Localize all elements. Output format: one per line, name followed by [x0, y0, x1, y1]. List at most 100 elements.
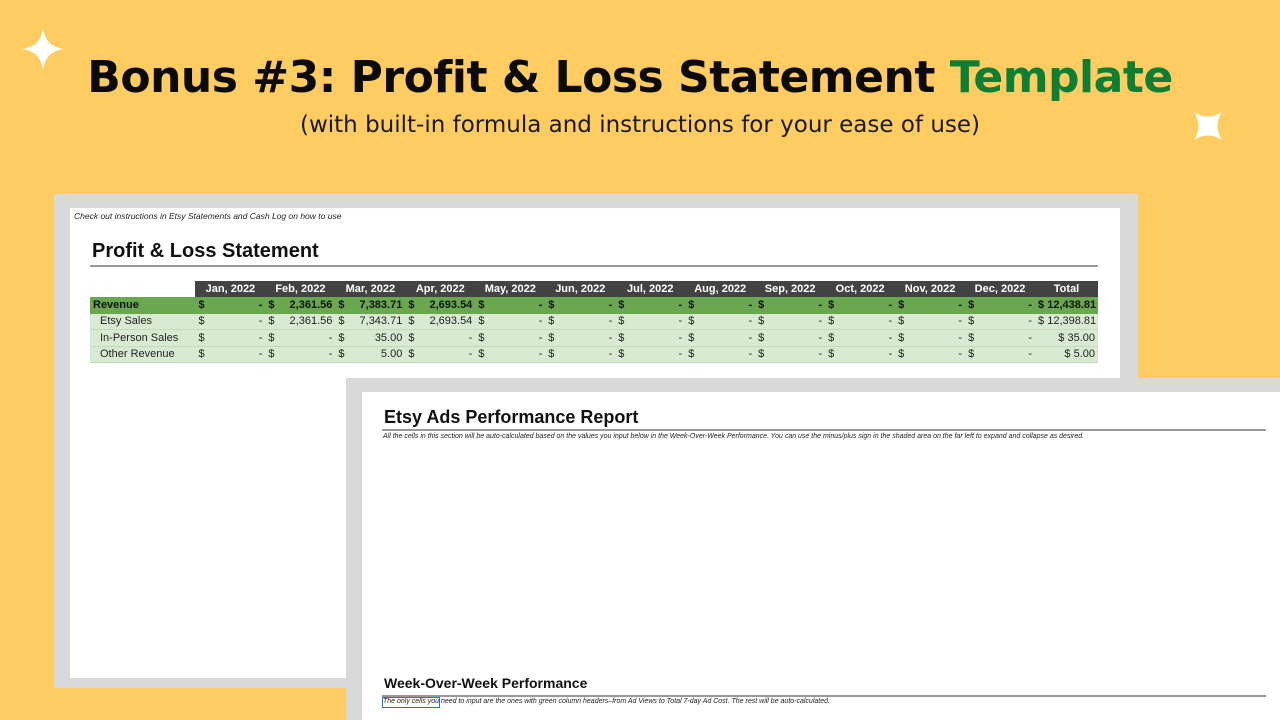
banner-title-main: Bonus #3: Profit & Loss Statement — [87, 52, 935, 103]
cell-value[interactable]: - — [839, 346, 896, 363]
cell-value[interactable]: - — [629, 297, 686, 314]
cell-value[interactable]: 35.00 — [349, 329, 406, 347]
cell-value[interactable]: - — [909, 329, 966, 347]
cell-value[interactable]: - — [629, 329, 686, 347]
currency-symbol: $ — [825, 297, 840, 314]
cell-value[interactable]: - — [839, 297, 896, 314]
cell-value[interactable]: - — [489, 297, 546, 314]
row-total[interactable]: $ 5.00 — [1035, 346, 1098, 363]
cell-value[interactable]: - — [419, 346, 476, 363]
pl-instructions-note: Check out instructions in Etsy Statement… — [74, 211, 342, 221]
selected-cell[interactable] — [382, 697, 440, 708]
row-total[interactable]: $ 12,398.81 — [1035, 313, 1098, 331]
cell-value[interactable]: - — [699, 297, 756, 314]
month-header: Aug, 2022 — [685, 281, 756, 298]
cell-value[interactable]: - — [979, 329, 1036, 347]
currency-symbol: $ — [335, 346, 350, 363]
cell-value[interactable]: - — [629, 313, 686, 331]
cell-value[interactable]: 7,343.71 — [349, 313, 406, 331]
pl-row: In-Person Sales $ - $ - $35.00 $ - $ - $ - $ - $ - $ - $ - $… — [90, 329, 1098, 347]
currency-symbol: $ — [755, 313, 770, 331]
ads-note: All the cells in this section will be au… — [383, 433, 1085, 440]
currency-symbol: $ — [825, 329, 840, 347]
currency-symbol: $ — [755, 346, 770, 363]
row-label[interactable]: Revenue — [90, 297, 196, 314]
cell-value[interactable]: - — [489, 313, 546, 331]
cell-value[interactable]: 2,693.54 — [419, 297, 476, 314]
ads-screenshot-panel: Etsy Ads Performance Report All the cell… — [346, 378, 1280, 720]
currency-symbol: $ — [335, 297, 350, 314]
currency-symbol: $ — [965, 313, 980, 331]
currency-symbol: $ — [615, 346, 630, 363]
currency-symbol: $ — [685, 329, 700, 347]
pl-table: Jan, 2022 Feb, 2022 Mar, 2022 Apr, 2022 May,… — [90, 281, 1098, 377]
cell-value[interactable]: - — [769, 313, 826, 331]
cell-value[interactable]: - — [209, 313, 266, 331]
spacer-cell — [90, 362, 1098, 377]
cell-value[interactable]: - — [979, 297, 1036, 314]
cell-value[interactable]: - — [699, 346, 756, 363]
cell-value[interactable]: - — [279, 329, 336, 347]
row-total[interactable]: $ 35.00 — [1035, 329, 1098, 347]
month-header: Feb, 2022 — [265, 281, 336, 298]
cell-value[interactable]: - — [699, 313, 756, 331]
cell-value[interactable]: - — [559, 346, 616, 363]
ads-sheet: Etsy Ads Performance Report All the cell… — [362, 392, 1280, 720]
currency-symbol: $ — [475, 297, 490, 314]
row-label[interactable]: Other Revenue — [90, 346, 196, 363]
banner-subtitle: (with built-in formula and instructions … — [299, 112, 981, 138]
currency-symbol: $ — [475, 346, 490, 363]
cell-value[interactable]: - — [909, 313, 966, 331]
month-header: Mar, 2022 — [335, 281, 406, 298]
wow-note: The only cells you need to input are the… — [383, 698, 830, 705]
currency-symbol: $ — [615, 329, 630, 347]
currency-symbol: $ — [545, 297, 560, 314]
currency-symbol: $ — [265, 346, 280, 363]
currency-symbol: $ — [825, 346, 840, 363]
cell-value[interactable]: - — [909, 297, 966, 314]
cell-value[interactable]: - — [769, 329, 826, 347]
currency-symbol: $ — [755, 297, 770, 314]
cell-value[interactable]: - — [209, 329, 266, 347]
cell-value[interactable]: 2,361.56 — [279, 297, 336, 314]
ads-title: Etsy Ads Performance Report — [384, 407, 639, 427]
cell-value[interactable]: - — [979, 313, 1036, 331]
row-total[interactable]: $ 12,438.81 — [1035, 297, 1098, 314]
cell-value[interactable]: - — [769, 297, 826, 314]
cell-value[interactable]: 2,361.56 — [279, 313, 336, 331]
cell-value[interactable]: 2,693.54 — [419, 313, 476, 331]
currency-symbol: $ — [685, 313, 700, 331]
cell-value[interactable]: - — [209, 346, 266, 363]
cell-value[interactable]: 7,383.71 — [349, 297, 406, 314]
cell-value[interactable]: - — [489, 346, 546, 363]
cell-value[interactable]: - — [559, 297, 616, 314]
currency-symbol: $ — [895, 313, 910, 331]
cell-value[interactable]: - — [559, 329, 616, 347]
cell-value[interactable]: 5.00 — [349, 346, 406, 363]
cell-value[interactable]: - — [489, 329, 546, 347]
month-header: Jan, 2022 — [195, 281, 266, 298]
currency-symbol: $ — [895, 297, 910, 314]
cell-value[interactable]: - — [839, 329, 896, 347]
currency-symbol: $ — [405, 346, 420, 363]
cell-value[interactable]: - — [559, 313, 616, 331]
currency-symbol: $ — [755, 329, 770, 347]
currency-symbol: $ — [895, 329, 910, 347]
cell-value[interactable]: - — [979, 346, 1036, 363]
cell-value[interactable]: - — [629, 346, 686, 363]
title-divider — [90, 265, 1098, 267]
wow-title: Week-Over-Week Performance — [384, 675, 588, 691]
cell-value[interactable]: - — [419, 329, 476, 347]
row-label[interactable]: In-Person Sales — [90, 329, 196, 347]
cell-value[interactable]: - — [699, 329, 756, 347]
cell-value[interactable]: - — [839, 313, 896, 331]
title-divider — [382, 695, 1266, 697]
cell-value[interactable]: - — [209, 297, 266, 314]
currency-symbol: $ — [965, 329, 980, 347]
cell-value[interactable]: - — [909, 346, 966, 363]
cell-value[interactable]: - — [279, 346, 336, 363]
spacer-row — [90, 362, 1098, 377]
cell-value[interactable]: - — [769, 346, 826, 363]
currency-symbol: $ — [685, 346, 700, 363]
row-label[interactable]: Etsy Sales — [90, 313, 196, 331]
